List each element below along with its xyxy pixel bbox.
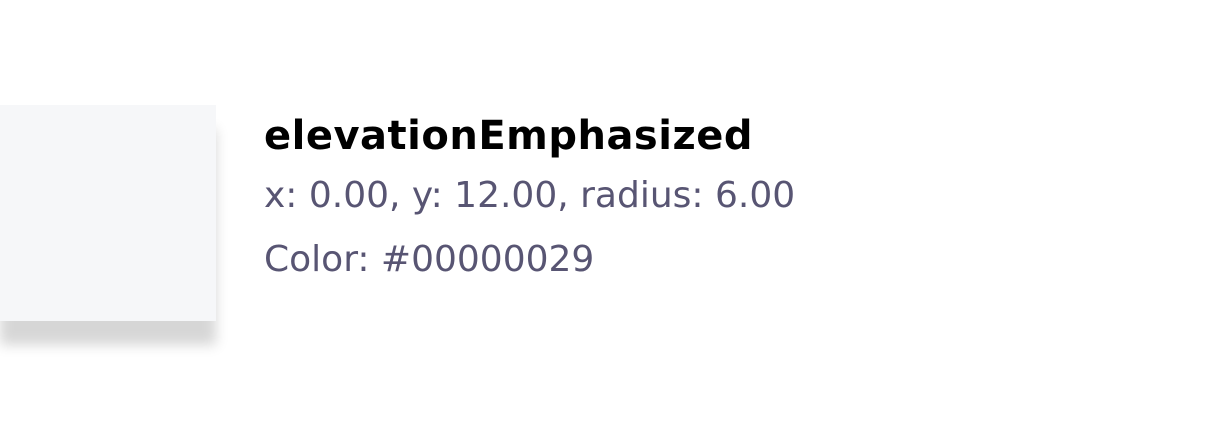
token-color-value: Color: #00000029 <box>264 239 595 280</box>
token-details: elevationEmphasized x: 0.00, y: 12.00, r… <box>264 108 1164 292</box>
token-shadow-values: x: 0.00, y: 12.00, radius: 6.00 <box>264 175 796 216</box>
elevation-token-card: elevationEmphasized x: 0.00, y: 12.00, r… <box>0 0 1206 432</box>
token-name: elevationEmphasized <box>264 113 753 159</box>
elevation-preview-swatch <box>0 105 216 321</box>
